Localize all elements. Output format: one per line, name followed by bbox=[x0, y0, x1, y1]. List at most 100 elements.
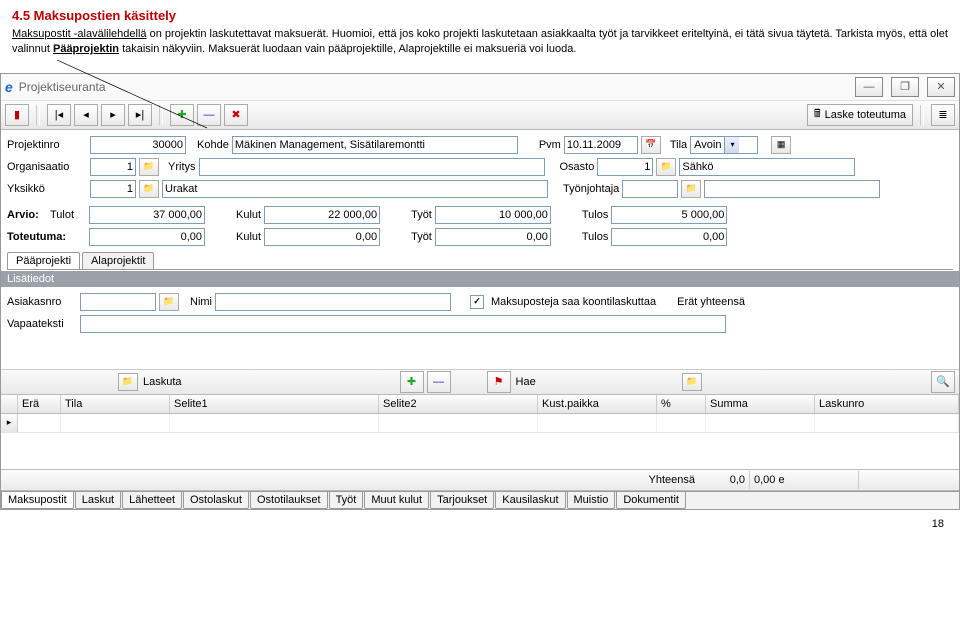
pvm-input[interactable]: 10.11.2009 bbox=[564, 136, 638, 154]
koontilaskutus-checkbox[interactable]: ✓ bbox=[470, 295, 484, 309]
folder-icon[interactable]: 📁 bbox=[159, 293, 179, 311]
flag-icon[interactable]: ⚑ bbox=[487, 371, 511, 393]
btab-lahetteet[interactable]: Lähetteet bbox=[122, 492, 182, 509]
vapaateksti-label: Vapaateksti bbox=[7, 318, 77, 330]
col-tila[interactable]: Tila bbox=[61, 395, 170, 413]
calendar-icon[interactable]: 📅 bbox=[641, 136, 661, 154]
folder-icon[interactable]: 📁 bbox=[118, 373, 138, 391]
arvio-tulot[interactable]: 37 000,00 bbox=[89, 206, 205, 224]
nav-last-icon[interactable]: ▸| bbox=[128, 104, 152, 126]
nimi-input[interactable] bbox=[215, 293, 451, 311]
folder-icon[interactable]: 📁 bbox=[682, 373, 702, 391]
delete-icon[interactable]: ▮ bbox=[5, 104, 29, 126]
search-icon[interactable]: 🔍 bbox=[931, 371, 955, 393]
folder-icon[interactable]: 📁 bbox=[139, 180, 159, 198]
btab-tarjoukset[interactable]: Tarjoukset bbox=[430, 492, 494, 509]
yritys-input[interactable] bbox=[199, 158, 545, 176]
cancel-icon[interactable]: ✖ bbox=[224, 104, 248, 126]
btab-laskut[interactable]: Laskut bbox=[75, 492, 121, 509]
tool-icon[interactable]: ≣ bbox=[931, 104, 955, 126]
tyonjohtaja-input[interactable] bbox=[622, 180, 678, 198]
tot-tyot: 0,00 bbox=[435, 228, 551, 246]
main-toolbar: ▮ |◂ ◂ ▸ ▸| ✚ — ✖ 🖩 Laske toteutuma ≣ bbox=[1, 101, 959, 130]
btab-ostotilaukset[interactable]: Ostotilaukset bbox=[250, 492, 328, 509]
app-window: e Projektiseuranta — ❐ ✕ ▮ |◂ ◂ ▸ ▸| ✚ —… bbox=[0, 73, 960, 510]
pvm-label: Pvm bbox=[539, 139, 561, 151]
close-button[interactable]: ✕ bbox=[927, 77, 955, 97]
erat-yhteensa-label: Erät yhteensä bbox=[677, 296, 745, 308]
projektnro-input[interactable]: 30000 bbox=[90, 136, 186, 154]
col-selite1[interactable]: Selite1 bbox=[170, 395, 379, 413]
hae-label[interactable]: Hae bbox=[516, 376, 536, 388]
projektnro-label: Projektinro bbox=[7, 139, 87, 151]
folder-icon[interactable]: 📁 bbox=[139, 158, 159, 176]
tab-alaprojektit[interactable]: Alaprojektit bbox=[82, 252, 154, 269]
yksikko-input[interactable]: 1 bbox=[90, 180, 136, 198]
yksikko-label: Yksikkö bbox=[7, 183, 87, 195]
btab-kausilaskut[interactable]: Kausilaskut bbox=[495, 492, 565, 509]
btab-dokumentit[interactable]: Dokumentit bbox=[616, 492, 686, 509]
minimize-button[interactable]: — bbox=[855, 77, 883, 97]
paragraph: Maksupostit -alavälilehdellä on projekti… bbox=[12, 27, 948, 57]
bottom-tabs: Maksupostit Laskut Lähetteet Ostolaskut … bbox=[1, 491, 959, 509]
nav-next-icon[interactable]: ▸ bbox=[101, 104, 125, 126]
tyot-label: Työt bbox=[411, 209, 432, 221]
koontilaskutus-label: Maksuposteja saa koontilaskuttaa bbox=[491, 296, 656, 308]
laskuta-button[interactable]: Laskuta bbox=[141, 372, 184, 392]
arvio-kulut[interactable]: 22 000,00 bbox=[264, 206, 380, 224]
tot-kulut: 0,00 bbox=[264, 228, 380, 246]
btab-muutkulut[interactable]: Muut kulut bbox=[364, 492, 429, 509]
osasto-label: Osasto bbox=[560, 161, 595, 173]
arvio-label: Arvio: bbox=[7, 209, 47, 221]
yksikko-name-input[interactable]: Urakat bbox=[162, 180, 548, 198]
col-laskunro[interactable]: Laskunro bbox=[815, 395, 959, 413]
osasto-input[interactable]: 1 bbox=[597, 158, 653, 176]
tab-paaprojekti[interactable]: Pääprojekti bbox=[7, 252, 80, 269]
remove-icon[interactable]: — bbox=[197, 104, 221, 126]
page-number: 18 bbox=[0, 510, 960, 538]
arvio-tyot[interactable]: 10 000,00 bbox=[435, 206, 551, 224]
row-marker-icon: ▸ bbox=[1, 414, 18, 432]
folder-icon[interactable]: 📁 bbox=[681, 180, 701, 198]
calculator-icon: 🖩 bbox=[814, 105, 821, 124]
arvio-tulos[interactable]: 5 000,00 bbox=[611, 206, 727, 224]
btab-maksupostit[interactable]: Maksupostit bbox=[1, 492, 74, 509]
laske-toteutuma-button[interactable]: 🖩 Laske toteutuma bbox=[807, 104, 913, 126]
tulos-label: Tulos bbox=[582, 209, 609, 221]
nav-first-icon[interactable]: |◂ bbox=[47, 104, 71, 126]
btab-muistio[interactable]: Muistio bbox=[567, 492, 616, 509]
osasto-name-input[interactable]: Sähkö bbox=[679, 158, 855, 176]
col-summa[interactable]: Summa bbox=[706, 395, 815, 413]
col-era[interactable]: Erä bbox=[18, 395, 61, 413]
folder-icon[interactable]: 📁 bbox=[656, 158, 676, 176]
kohde-input[interactable]: Mäkinen Management, Sisätilaremontti bbox=[232, 136, 518, 154]
btab-ostolaskut[interactable]: Ostolaskut bbox=[183, 492, 249, 509]
table-row[interactable]: ▸ bbox=[1, 414, 959, 433]
asiakasnro-input[interactable] bbox=[80, 293, 156, 311]
cal2-icon[interactable]: ▦ bbox=[771, 136, 791, 154]
kohde-label: Kohde bbox=[197, 139, 229, 151]
tyonjohtaja-label: Työnjohtaja bbox=[563, 183, 619, 195]
nav-prev-icon[interactable]: ◂ bbox=[74, 104, 98, 126]
chevron-down-icon[interactable]: ▾ bbox=[724, 137, 739, 153]
asiakasnro-label: Asiakasnro bbox=[7, 296, 77, 308]
add-icon[interactable]: ✚ bbox=[170, 104, 194, 126]
col-selite2[interactable]: Selite2 bbox=[379, 395, 538, 413]
lisatiedot-header: Lisätiedot bbox=[1, 270, 959, 287]
organisaatio-input[interactable]: 1 bbox=[90, 158, 136, 176]
maximize-button[interactable]: ❐ bbox=[891, 77, 919, 97]
col-kust[interactable]: Kust.paikka bbox=[538, 395, 657, 413]
toteutuma-label: Toteutuma: bbox=[7, 231, 83, 243]
nimi-label: Nimi bbox=[190, 296, 212, 308]
col-pct[interactable]: % bbox=[657, 395, 706, 413]
tot-tulot: 0,00 bbox=[89, 228, 205, 246]
total-row: Yhteensä 0,0 0,00 e bbox=[1, 469, 959, 491]
tot-tulos: 0,00 bbox=[611, 228, 727, 246]
vapaateksti-input[interactable] bbox=[80, 315, 726, 333]
btab-tyot[interactable]: Työt bbox=[329, 492, 364, 509]
remove-row-icon[interactable]: — bbox=[427, 371, 451, 393]
tila-select[interactable]: Avoin▾ bbox=[690, 136, 758, 154]
app-icon: e bbox=[5, 79, 13, 95]
tyonjohtaja-name-input[interactable] bbox=[704, 180, 880, 198]
add-row-icon[interactable]: ✚ bbox=[400, 371, 424, 393]
